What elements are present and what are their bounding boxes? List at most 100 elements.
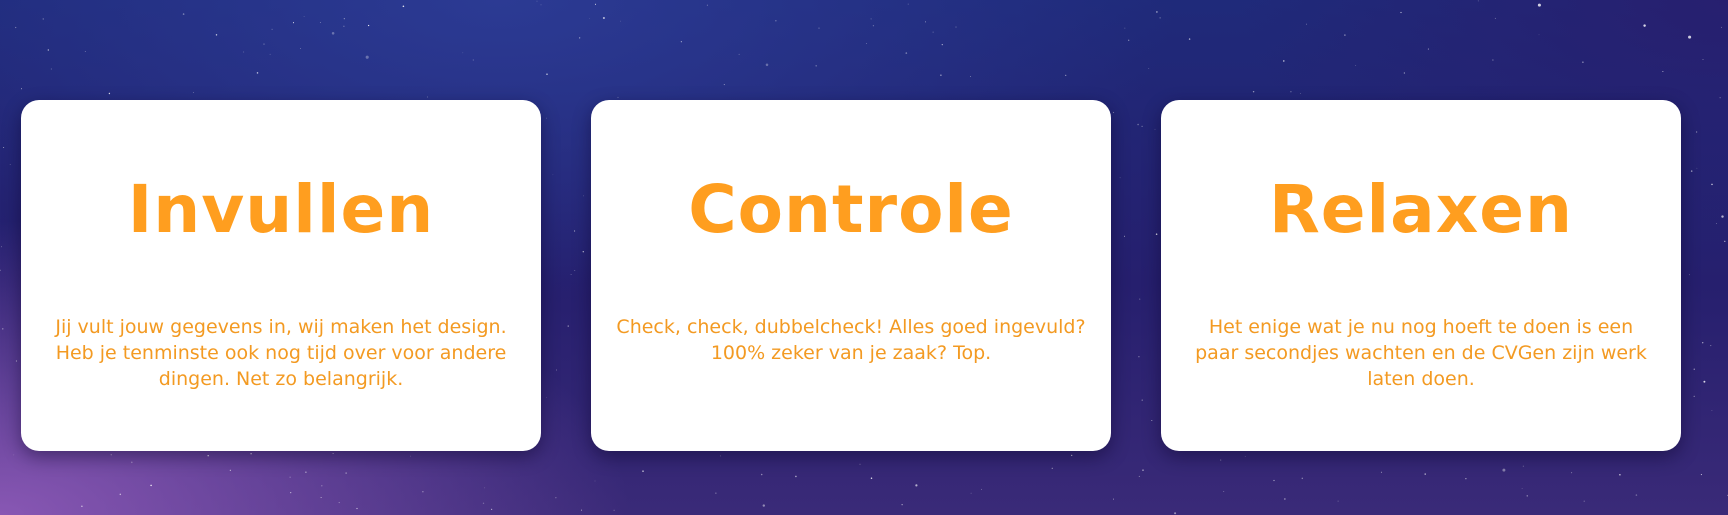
card-title: Invullen	[127, 171, 435, 248]
star	[150, 484, 152, 487]
star	[613, 509, 615, 511]
star	[1283, 60, 1285, 62]
star	[3, 146, 5, 149]
star	[1716, 223, 1717, 224]
star	[0, 269, 2, 271]
star	[338, 502, 340, 504]
star	[490, 508, 493, 511]
star	[1400, 11, 1402, 14]
star	[1477, 0, 1479, 2]
star	[555, 497, 557, 499]
star	[723, 84, 725, 86]
star	[1537, 3, 1541, 7]
star	[1701, 341, 1704, 344]
star	[1522, 465, 1524, 467]
star	[1571, 472, 1573, 474]
star	[760, 473, 763, 476]
star	[925, 21, 926, 23]
star	[1337, 500, 1339, 502]
star	[580, 509, 583, 511]
star	[462, 52, 464, 54]
star	[356, 507, 358, 510]
star	[546, 73, 548, 75]
star	[319, 22, 321, 23]
feature-cards: Invullen Jij vult jouw gegevens in, wij …	[21, 100, 1681, 451]
star	[1174, 512, 1177, 515]
star	[119, 493, 122, 496]
star	[484, 487, 486, 489]
card-controle: Controle Check, check, dubbelcheck! Alle…	[591, 100, 1111, 451]
star	[271, 28, 273, 31]
star	[872, 25, 875, 27]
star	[131, 461, 133, 464]
star	[940, 74, 942, 76]
star	[1355, 65, 1357, 66]
star	[1220, 459, 1222, 461]
star	[815, 65, 817, 67]
star	[1284, 498, 1286, 500]
star	[1703, 380, 1706, 383]
star	[402, 5, 405, 8]
star	[1427, 48, 1429, 50]
star	[1635, 494, 1638, 496]
star	[15, 360, 17, 362]
star	[47, 49, 49, 51]
star	[182, 13, 185, 15]
star	[1128, 39, 1130, 41]
star	[343, 18, 345, 20]
star	[680, 41, 682, 43]
star	[738, 53, 740, 55]
star	[1538, 34, 1540, 36]
star	[1301, 477, 1304, 480]
star	[1, 246, 2, 248]
star	[84, 51, 86, 52]
star	[1492, 59, 1494, 61]
star	[81, 505, 83, 508]
star	[229, 469, 231, 471]
star	[1051, 467, 1053, 469]
star	[795, 475, 797, 478]
star	[1065, 74, 1067, 77]
star	[1252, 90, 1255, 93]
star	[719, 455, 721, 457]
star	[1721, 26, 1722, 28]
star	[250, 453, 252, 455]
star	[1142, 469, 1144, 471]
star	[589, 18, 590, 19]
card-title: Controle	[688, 171, 1014, 248]
star	[321, 485, 323, 487]
star	[1138, 475, 1140, 477]
star	[870, 477, 873, 479]
star	[1188, 38, 1191, 40]
star	[13, 454, 15, 456]
star	[482, 502, 485, 504]
star	[1424, 473, 1426, 475]
star	[1689, 274, 1690, 276]
star	[715, 492, 717, 494]
star	[762, 504, 765, 507]
star	[1223, 491, 1225, 492]
star	[818, 27, 820, 29]
card-description: Het enige wat je nu nog hoeft te doen is…	[1195, 316, 1647, 390]
star	[1526, 495, 1528, 497]
star	[290, 492, 292, 494]
star	[1071, 454, 1073, 457]
star	[602, 16, 605, 20]
star	[2, 328, 4, 330]
star	[269, 53, 271, 55]
star	[1693, 395, 1695, 397]
star	[1124, 27, 1126, 29]
star	[472, 59, 474, 61]
star	[42, 18, 44, 20]
star	[300, 48, 302, 50]
star	[1690, 170, 1693, 172]
star	[305, 471, 307, 473]
star	[207, 454, 209, 457]
star	[110, 454, 112, 456]
star	[1403, 72, 1405, 74]
star	[331, 32, 335, 35]
star	[620, 20, 621, 22]
star	[289, 476, 291, 478]
star	[901, 504, 903, 506]
star	[365, 55, 369, 59]
